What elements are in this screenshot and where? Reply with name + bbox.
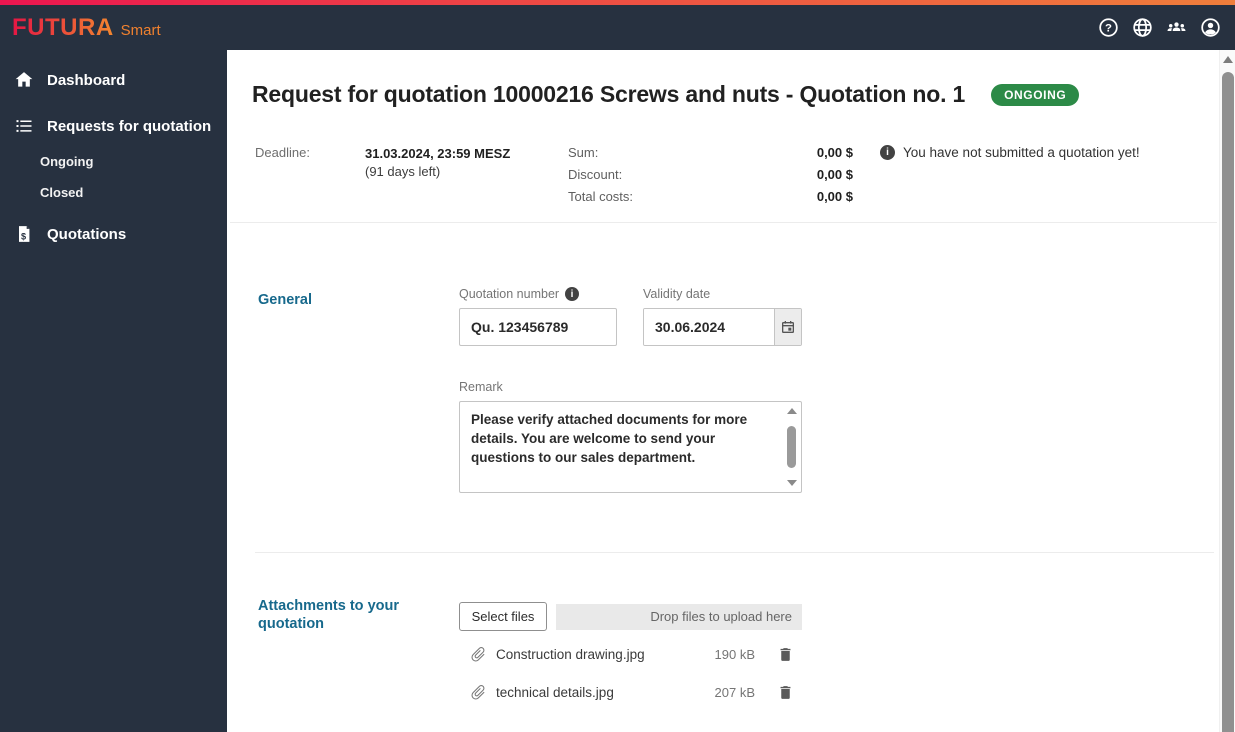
account-icon[interactable] bbox=[1199, 17, 1221, 39]
validity-date-label-row: Validity date bbox=[643, 287, 802, 301]
total-costs-row: Total costs: 0,00 $ bbox=[568, 189, 853, 204]
remark-field-group: Remark Please verify attached documents … bbox=[459, 380, 802, 493]
attachment-file-list: Construction drawing.jpg 190 kB technica… bbox=[470, 644, 794, 720]
paperclip-icon bbox=[471, 647, 485, 662]
attachments-section-heading: Attachments to your quotation bbox=[258, 598, 399, 633]
remark-scrollbar[interactable] bbox=[783, 403, 800, 491]
sidebar: Dashboard Requests for quotation Ongoing… bbox=[0, 50, 227, 732]
scroll-up-arrow[interactable] bbox=[1223, 56, 1233, 63]
quotation-number-field-group: Quotation number i bbox=[459, 287, 617, 346]
file-dropzone[interactable]: Drop files to upload here bbox=[556, 603, 802, 630]
trash-icon bbox=[780, 648, 790, 661]
scrollbar-thumb[interactable] bbox=[787, 426, 796, 468]
sidebar-item-ongoing[interactable]: Ongoing bbox=[0, 146, 227, 177]
file-name[interactable]: technical details.jpg bbox=[496, 685, 715, 700]
quotation-number-label-row: Quotation number i bbox=[459, 287, 617, 301]
info-icon: i bbox=[880, 145, 895, 160]
sidebar-item-label: Quotations bbox=[47, 225, 127, 243]
status-badge: ONGOING bbox=[991, 83, 1080, 106]
sidebar-subitem-label: Closed bbox=[40, 185, 84, 200]
upload-row: Select files Drop files to upload here bbox=[459, 602, 802, 631]
general-section-heading: General bbox=[258, 292, 312, 308]
sum-label: Sum: bbox=[568, 145, 599, 160]
validity-date-label: Validity date bbox=[643, 287, 711, 301]
remark-label: Remark bbox=[459, 380, 503, 394]
deadline-days-left: (91 days left) bbox=[365, 164, 441, 180]
remark-wrap: Please verify attached documents for mor… bbox=[459, 401, 802, 493]
discount-row: Discount: 0,00 $ bbox=[568, 167, 853, 182]
list-icon bbox=[16, 120, 32, 132]
delete-file-button[interactable] bbox=[776, 646, 794, 664]
sidebar-item-quotations[interactable]: $ Quotations bbox=[0, 214, 227, 254]
section-divider bbox=[230, 222, 1217, 223]
sidebar-item-label: Dashboard bbox=[47, 71, 126, 89]
totals-block: Sum: 0,00 $ Discount: 0,00 $ Total costs… bbox=[568, 145, 853, 211]
file-row: Construction drawing.jpg 190 kB bbox=[470, 644, 794, 665]
users-icon[interactable] bbox=[1165, 17, 1187, 39]
file-name[interactable]: Construction drawing.jpg bbox=[496, 647, 715, 662]
sidebar-subitem-label: Ongoing bbox=[40, 154, 94, 169]
logo-secondary: Smart bbox=[120, 21, 161, 39]
remark-textarea[interactable]: Please verify attached documents for mor… bbox=[460, 402, 801, 492]
quotation-number-input[interactable] bbox=[459, 308, 617, 346]
page-title: Request for quotation 10000216 Screws an… bbox=[252, 81, 966, 107]
sidebar-item-requests-for-quotation[interactable]: Requests for quotation bbox=[0, 106, 227, 146]
scroll-up-arrow[interactable] bbox=[787, 408, 797, 414]
section-divider bbox=[255, 552, 1214, 553]
no-quotation-notice: i You have not submitted a quotation yet… bbox=[880, 145, 1140, 160]
discount-label: Discount: bbox=[568, 167, 623, 182]
help-icon[interactable]: ? bbox=[1097, 17, 1119, 39]
calendar-icon bbox=[782, 321, 794, 333]
deadline-datetime: 31.03.2024, 23:59 MESZ bbox=[365, 146, 511, 161]
sidebar-item-closed[interactable]: Closed bbox=[0, 177, 227, 208]
remark-label-row: Remark bbox=[459, 380, 802, 394]
info-icon[interactable]: i bbox=[565, 287, 580, 301]
logo-primary: FUTURA bbox=[12, 13, 114, 41]
validity-date-field-group: Validity date bbox=[643, 287, 802, 346]
app-header: FUTURA Smart ? bbox=[0, 5, 1235, 50]
discount-value: 0,00 $ bbox=[816, 167, 853, 182]
validity-date-wrap bbox=[643, 308, 802, 346]
svg-text:?: ? bbox=[1105, 22, 1112, 34]
scrollbar-thumb[interactable] bbox=[1222, 72, 1234, 732]
file-row: technical details.jpg 207 kB bbox=[470, 682, 794, 703]
sidebar-item-dashboard[interactable]: Dashboard bbox=[0, 60, 227, 100]
paperclip-icon bbox=[471, 685, 485, 700]
notice-text: You have not submitted a quotation yet! bbox=[903, 145, 1140, 160]
delete-file-button[interactable] bbox=[776, 684, 794, 702]
deadline-label: Deadline: bbox=[255, 145, 310, 160]
page-scrollbar[interactable] bbox=[1219, 50, 1235, 732]
calendar-button[interactable] bbox=[774, 309, 801, 345]
title-row: Request for quotation 10000216 Screws an… bbox=[252, 81, 1080, 108]
app-logo: FUTURA Smart bbox=[12, 14, 161, 42]
quotation-number-label: Quotation number bbox=[459, 287, 560, 301]
summary-row: Deadline: 31.03.2024, 23:59 MESZ (91 day… bbox=[255, 145, 1140, 211]
file-size: 190 kB bbox=[714, 647, 755, 662]
home-icon bbox=[15, 72, 33, 87]
select-files-button[interactable]: Select files bbox=[459, 602, 547, 631]
header-icons: ? bbox=[1097, 17, 1221, 39]
sum-value: 0,00 $ bbox=[816, 145, 853, 160]
file-size: 207 kB bbox=[714, 685, 755, 700]
svg-text:$: $ bbox=[21, 231, 26, 241]
deadline-value: 31.03.2024, 23:59 MESZ (91 days left) bbox=[365, 145, 568, 181]
sidebar-item-label: Requests for quotation bbox=[47, 117, 212, 135]
globe-icon[interactable] bbox=[1131, 17, 1153, 39]
sum-row: Sum: 0,00 $ bbox=[568, 145, 853, 160]
validity-date-input[interactable] bbox=[644, 309, 774, 345]
total-costs-value: 0,00 $ bbox=[816, 189, 853, 204]
total-costs-label: Total costs: bbox=[568, 189, 634, 204]
receipt-dollar-icon: $ bbox=[19, 226, 30, 242]
scroll-down-arrow[interactable] bbox=[787, 480, 797, 486]
main-content: Request for quotation 10000216 Screws an… bbox=[227, 50, 1219, 732]
trash-icon bbox=[780, 686, 790, 699]
